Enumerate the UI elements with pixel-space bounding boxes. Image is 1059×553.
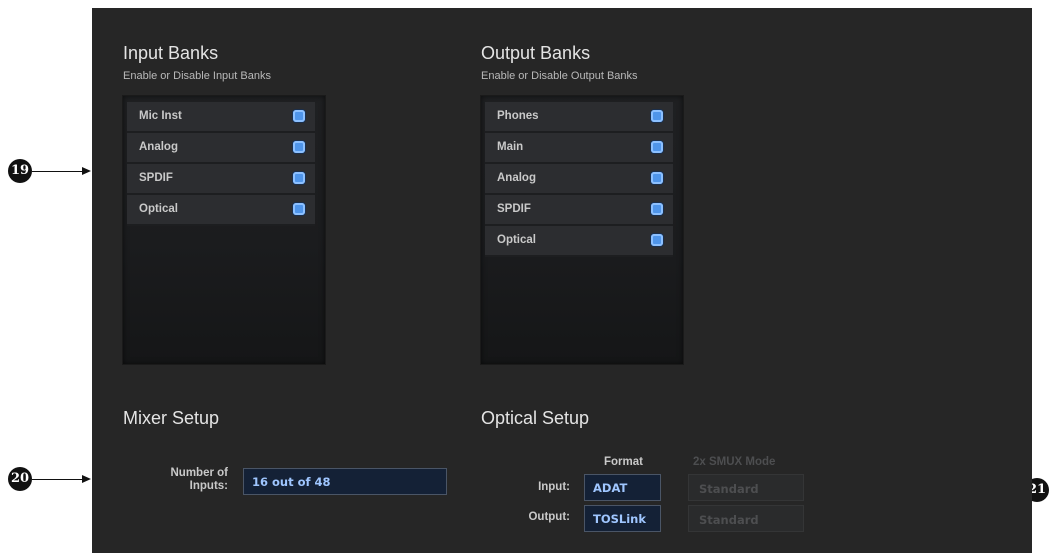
callout-19-arrowhead — [82, 167, 91, 175]
format-column-header: Format — [604, 456, 643, 468]
callout-19: 19 — [8, 159, 32, 183]
bank-label: SPDIF — [497, 203, 531, 215]
bank-label: Mic Inst — [139, 110, 182, 122]
output-bank-row-phones[interactable]: Phones — [485, 102, 673, 133]
enable-checkbox[interactable] — [293, 203, 305, 215]
optical-output-smux-select[interactable]: Standard — [688, 505, 804, 532]
bank-label: Analog — [139, 141, 178, 153]
input-bank-row-mic-inst[interactable]: Mic Inst — [127, 102, 315, 133]
input-bank-row-optical[interactable]: Optical — [127, 195, 315, 226]
optical-input-smux-select[interactable]: Standard — [688, 474, 804, 501]
number-of-inputs-select[interactable]: 16 out of 48 — [243, 468, 447, 495]
input-banks-list: Mic Inst Analog SPDIF Optical — [122, 95, 326, 365]
output-bank-row-main[interactable]: Main — [485, 133, 673, 164]
enable-checkbox[interactable] — [293, 110, 305, 122]
input-bank-row-spdif[interactable]: SPDIF — [127, 164, 315, 195]
output-banks-title: Output Banks — [481, 43, 591, 63]
optical-input-smux-value: Standard — [699, 482, 759, 496]
optical-input-format-value: ADAT — [593, 481, 628, 495]
mixer-setup-title: Mixer Setup — [123, 408, 220, 428]
optical-output-format-value: TOSLink — [593, 512, 647, 526]
optical-input-label: Input: — [538, 481, 570, 493]
bank-label: Phones — [497, 110, 539, 122]
enable-checkbox[interactable] — [651, 203, 663, 215]
optical-setup-title: Optical Setup — [481, 408, 590, 428]
optical-output-smux-value: Standard — [699, 513, 759, 527]
callout-20-arrow — [32, 479, 83, 480]
enable-checkbox[interactable] — [651, 141, 663, 153]
settings-panel: Input Banks Enable or Disable Input Bank… — [92, 8, 1032, 553]
input-bank-row-analog[interactable]: Analog — [127, 133, 315, 164]
number-of-inputs-label-line1: Number of — [170, 467, 229, 479]
bank-label: Main — [497, 141, 524, 153]
enable-checkbox[interactable] — [651, 172, 663, 184]
output-bank-row-optical[interactable]: Optical — [485, 226, 673, 257]
output-banks-subtitle: Enable or Disable Output Banks — [481, 70, 638, 82]
callout-20-arrowhead — [82, 475, 91, 483]
input-banks-title: Input Banks — [123, 43, 219, 63]
enable-checkbox[interactable] — [293, 172, 305, 184]
number-of-inputs-label: Number of Inputs: — [132, 467, 229, 493]
smux-column-header: 2x SMUX Mode — [693, 456, 776, 468]
output-banks-list: Phones Main Analog SPDIF Optical — [480, 95, 684, 365]
bank-label: Optical — [497, 234, 536, 246]
optical-output-format-select[interactable]: TOSLink — [584, 505, 661, 532]
callout-20: 20 — [8, 467, 32, 491]
bank-label: SPDIF — [139, 172, 173, 184]
number-of-inputs-value: 16 out of 48 — [252, 475, 331, 489]
callout-19-arrow — [32, 171, 83, 172]
bank-label: Analog — [497, 172, 536, 184]
output-bank-row-spdif[interactable]: SPDIF — [485, 195, 673, 226]
input-banks-subtitle: Enable or Disable Input Banks — [123, 70, 271, 82]
enable-checkbox[interactable] — [651, 234, 663, 246]
optical-output-label: Output: — [528, 511, 570, 523]
enable-checkbox[interactable] — [651, 110, 663, 122]
enable-checkbox[interactable] — [293, 141, 305, 153]
optical-input-format-select[interactable]: ADAT — [584, 474, 661, 501]
number-of-inputs-label-line2: Inputs: — [189, 480, 228, 492]
output-bank-row-analog[interactable]: Analog — [485, 164, 673, 195]
bank-label: Optical — [139, 203, 178, 215]
